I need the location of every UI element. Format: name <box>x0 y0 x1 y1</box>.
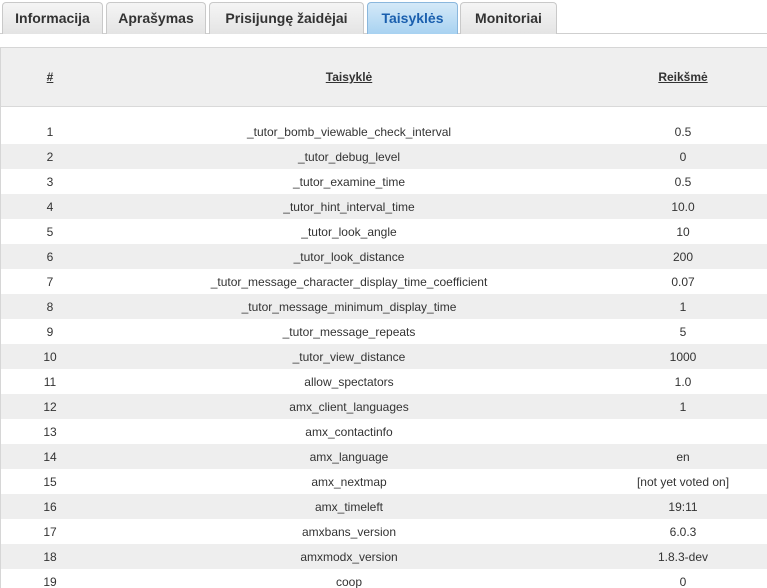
cell-rule: amx_client_languages <box>99 394 599 419</box>
table-row: 12 amx_client_languages 1 <box>1 394 767 419</box>
table-row: 1 _tutor_bomb_viewable_check_interval 0.5 <box>1 119 767 144</box>
cell-rule: _tutor_examine_time <box>99 169 599 194</box>
cell-number: 18 <box>1 544 99 569</box>
cell-rule: coop <box>99 569 599 588</box>
table-row: 2 _tutor_debug_level 0 <box>1 144 767 169</box>
table-row: 6 _tutor_look_distance 200 <box>1 244 767 269</box>
cell-rule: _tutor_message_character_display_time_co… <box>99 269 599 294</box>
cell-number: 19 <box>1 569 99 588</box>
cell-value: 5 <box>599 319 767 344</box>
table-row: 18 amxmodx_version 1.8.3-dev <box>1 544 767 569</box>
cell-value: 1.0 <box>599 369 767 394</box>
tab-aprasymas[interactable]: Aprašymas <box>106 2 206 34</box>
cell-number: 11 <box>1 369 99 394</box>
table-row: 4 _tutor_hint_interval_time 10.0 <box>1 194 767 219</box>
table-row: 19 coop 0 <box>1 569 767 588</box>
tab-prisijunge-zaidejai[interactable]: Prisijungę žaidėjai <box>209 2 364 34</box>
cell-number: 8 <box>1 294 99 319</box>
cell-value: 0.5 <box>599 119 767 144</box>
cell-value: 6.0.3 <box>599 519 767 544</box>
table-row: 15 amx_nextmap [not yet voted on] <box>1 469 767 494</box>
cell-value: 10.0 <box>599 194 767 219</box>
cell-rule: _tutor_view_distance <box>99 344 599 369</box>
cell-rule: allow_spectators <box>99 369 599 394</box>
cell-value: 200 <box>599 244 767 269</box>
cell-number: 5 <box>1 219 99 244</box>
cell-value <box>599 419 767 444</box>
cell-rule: amx_language <box>99 444 599 469</box>
table-row: 13 amx_contactinfo <box>1 419 767 444</box>
table-row: 17 amxbans_version 6.0.3 <box>1 519 767 544</box>
cell-value: [not yet voted on] <box>599 469 767 494</box>
table-row: 11 allow_spectators 1.0 <box>1 369 767 394</box>
cell-number: 1 <box>1 119 99 144</box>
cell-number: 13 <box>1 419 99 444</box>
cell-rule: _tutor_look_distance <box>99 244 599 269</box>
cell-value: 0 <box>599 569 767 588</box>
table-row: 5 _tutor_look_angle 10 <box>1 219 767 244</box>
column-header-number[interactable]: # <box>1 48 99 107</box>
cell-number: 17 <box>1 519 99 544</box>
header-spacer <box>1 106 767 119</box>
rules-table: # Taisyklė Reikšmė 1 _tutor_bomb_viewable… <box>1 48 767 588</box>
table-row: 9 _tutor_message_repeats 5 <box>1 319 767 344</box>
tab-taisykles[interactable]: Taisyklės <box>367 2 458 34</box>
cell-number: 14 <box>1 444 99 469</box>
cell-value: 0.07 <box>599 269 767 294</box>
cell-rule: _tutor_debug_level <box>99 144 599 169</box>
cell-number: 6 <box>1 244 99 269</box>
cell-number: 15 <box>1 469 99 494</box>
tab-monitoriai[interactable]: Monitoriai <box>460 2 557 34</box>
cell-value: en <box>599 444 767 469</box>
tab-informacija[interactable]: Informacija <box>2 2 103 34</box>
cell-rule: _tutor_message_repeats <box>99 319 599 344</box>
cell-number: 9 <box>1 319 99 344</box>
cell-number: 2 <box>1 144 99 169</box>
table-header-row: # Taisyklė Reikšmė <box>1 48 767 107</box>
cell-value: 10 <box>599 219 767 244</box>
column-header-value[interactable]: Reikšmė <box>599 48 767 107</box>
cell-number: 4 <box>1 194 99 219</box>
tab-bar: Informacija Aprašymas Prisijungę žaidėja… <box>0 0 767 34</box>
table-row: 16 amx_timeleft 19:11 <box>1 494 767 519</box>
cell-rule: _tutor_hint_interval_time <box>99 194 599 219</box>
cell-rule: amx_timeleft <box>99 494 599 519</box>
cell-number: 3 <box>1 169 99 194</box>
column-header-rule[interactable]: Taisyklė <box>99 48 599 107</box>
cell-rule: amxbans_version <box>99 519 599 544</box>
rules-panel: # Taisyklė Reikšmė 1 _tutor_bomb_viewable… <box>0 47 767 588</box>
cell-value: 1.8.3-dev <box>599 544 767 569</box>
cell-rule: _tutor_bomb_viewable_check_interval <box>99 119 599 144</box>
cell-rule: amx_contactinfo <box>99 419 599 444</box>
table-row: 3 _tutor_examine_time 0.5 <box>1 169 767 194</box>
cell-number: 16 <box>1 494 99 519</box>
cell-number: 10 <box>1 344 99 369</box>
cell-rule: amxmodx_version <box>99 544 599 569</box>
cell-value: 0 <box>599 144 767 169</box>
table-row: 10 _tutor_view_distance 1000 <box>1 344 767 369</box>
cell-number: 12 <box>1 394 99 419</box>
cell-rule: amx_nextmap <box>99 469 599 494</box>
cell-rule: _tutor_look_angle <box>99 219 599 244</box>
cell-value: 0.5 <box>599 169 767 194</box>
cell-value: 19:11 <box>599 494 767 519</box>
table-row: 14 amx_language en <box>1 444 767 469</box>
cell-number: 7 <box>1 269 99 294</box>
cell-value: 1 <box>599 294 767 319</box>
cell-value: 1 <box>599 394 767 419</box>
table-row: 8 _tutor_message_minimum_display_time 1 <box>1 294 767 319</box>
table-row: 7 _tutor_message_character_display_time_c… <box>1 269 767 294</box>
cell-value: 1000 <box>599 344 767 369</box>
cell-rule: _tutor_message_minimum_display_time <box>99 294 599 319</box>
